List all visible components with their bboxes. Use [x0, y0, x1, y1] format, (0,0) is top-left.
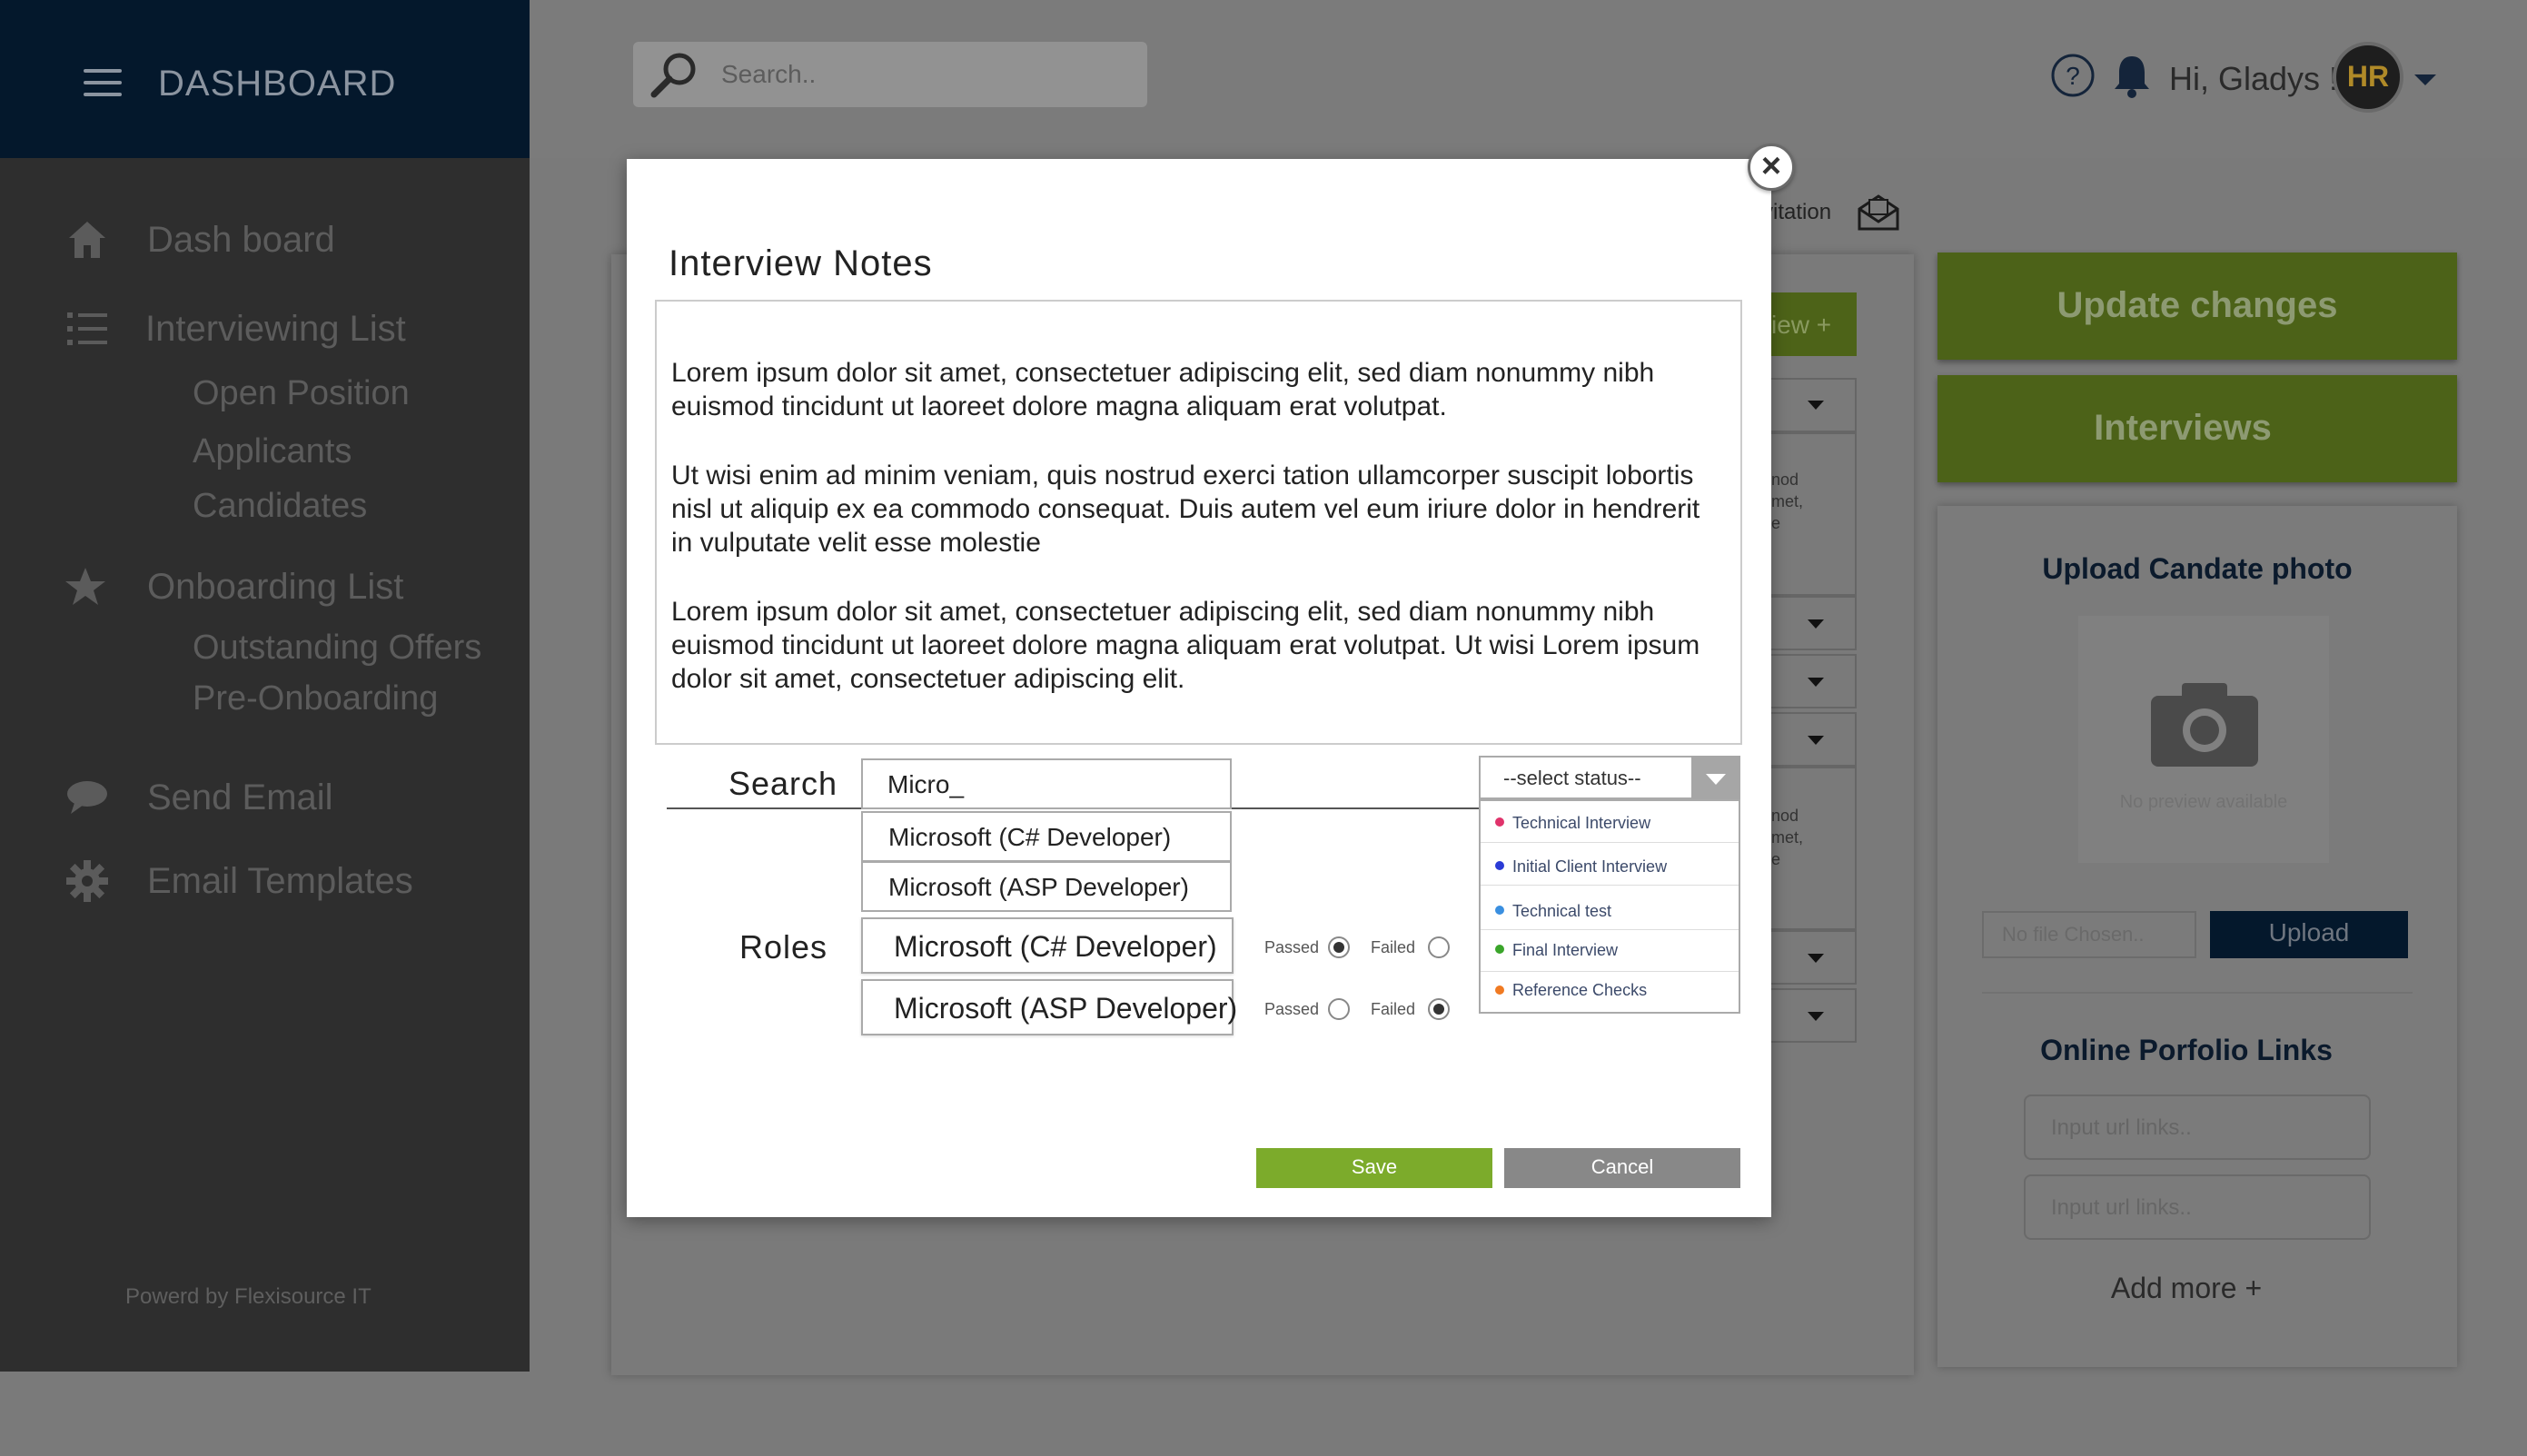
status-option-label: Technical Interview: [1512, 814, 1651, 832]
search-icon: [650, 53, 696, 98]
bell-icon[interactable]: [2112, 53, 2152, 98]
update-changes-button[interactable]: Update changes: [1937, 253, 2457, 360]
passed-radio[interactable]: [1328, 936, 1350, 958]
dashboard-title: DASHBOARD: [158, 64, 397, 104]
file-chooser-label: No file Chosen..: [2002, 923, 2145, 946]
sidebar-subitem-outstanding-offers[interactable]: Outstanding Offers: [193, 629, 481, 668]
chevron-down-icon[interactable]: [2413, 73, 2438, 87]
chevron-down-icon: [1808, 678, 1824, 687]
add-more-link[interactable]: Add more +: [1937, 1272, 2435, 1305]
status-option-label: Final Interview: [1512, 941, 1619, 959]
status-select-label: --select status--: [1503, 767, 1641, 789]
notes-paragraph: Lorem ipsum dolor sit amet, consectetuer…: [671, 597, 1700, 694]
passed-label: Passed: [1264, 1000, 1320, 1018]
bg-text-fragment: nod met, e: [1771, 807, 1804, 868]
url-placeholder: Input url links..: [2051, 1195, 2192, 1220]
search-placeholder: Search..: [721, 60, 817, 88]
notes-paragraph: Ut wisi enim ad minim veniam, quis nostr…: [671, 461, 1700, 558]
chevron-down-icon: [1706, 774, 1726, 785]
chevron-down-icon: [1808, 1012, 1824, 1021]
sidebar-subitem-pre-onboarding[interactable]: Pre-Onboarding: [193, 679, 438, 718]
upload-photo-title: Upload Candate photo: [2042, 552, 2353, 585]
chevron-down-icon: [1808, 401, 1824, 410]
gear-icon: [66, 860, 108, 902]
role-search-label: Search: [728, 765, 838, 802]
role-search-value: Micro_: [887, 770, 965, 798]
greeting-text: Hi, Gladys !: [2169, 60, 2339, 97]
status-dot: [1495, 817, 1504, 827]
save-button-label: Save: [1351, 1155, 1398, 1178]
invitation-label: vitation: [1762, 200, 1832, 224]
roles-label: Roles: [739, 928, 828, 966]
failed-radio[interactable]: [1428, 998, 1450, 1020]
chevron-down-icon: [1808, 736, 1824, 745]
portfolio-title: Online Porfolio Links: [2040, 1034, 2333, 1066]
sidebar-item-send-email[interactable]: Send Email: [147, 778, 333, 818]
status-option-label: Technical test: [1512, 902, 1612, 920]
url-placeholder: Input url links..: [2051, 1115, 2192, 1140]
sidebar-item-interviewing-list[interactable]: Interviewing List: [145, 309, 406, 350]
powered-by-text: Powerd by Flexisource IT: [125, 1284, 372, 1309]
add-interview-label: iew +: [1771, 311, 1832, 339]
upload-button-label: Upload: [2268, 918, 2350, 946]
svg-text:?: ?: [2066, 62, 2080, 90]
modal-title: Interview Notes: [669, 243, 933, 283]
help-icon[interactable]: ?: [2050, 53, 2096, 98]
hamburger-menu-icon[interactable]: [84, 69, 122, 96]
suggestion-label: Microsoft (ASP Developer): [888, 873, 1189, 901]
cancel-button-label: Cancel: [1591, 1155, 1654, 1178]
role-label: Microsoft (ASP Developer): [894, 992, 1238, 1025]
interviews-label: Interviews: [2094, 408, 2272, 448]
passed-label: Passed: [1264, 938, 1320, 956]
close-icon[interactable]: ×: [1748, 144, 1795, 191]
interviews-button[interactable]: Interviews: [1937, 375, 2457, 482]
chat-bubble-icon: [67, 781, 107, 814]
avatar[interactable]: HR: [2333, 42, 2403, 113]
status-dot: [1495, 986, 1504, 995]
status-dot: [1495, 906, 1504, 915]
failed-radio[interactable]: [1428, 936, 1450, 958]
sidebar-subitem-applicants[interactable]: Applicants: [193, 432, 352, 471]
passed-radio[interactable]: [1328, 998, 1350, 1020]
camera-icon: [2151, 683, 2258, 767]
chevron-down-icon: [1808, 954, 1824, 963]
bottom-strip: [0, 1372, 530, 1456]
sidebar-item-dashboard[interactable]: Dash board: [147, 220, 335, 261]
list-icon: [67, 312, 107, 345]
status-dot: [1495, 945, 1504, 954]
envelope-icon[interactable]: [1857, 193, 1900, 233]
status-option-label: Reference Checks: [1512, 981, 1648, 999]
divider: [1982, 992, 2413, 994]
search-input[interactable]: [633, 42, 1147, 107]
sidebar-item-email-templates[interactable]: Email Templates: [147, 861, 413, 902]
no-preview-text: No preview available: [2119, 792, 2288, 812]
status-option-label: Initial Client Interview: [1512, 857, 1668, 876]
sidebar-item-onboarding-list[interactable]: Onboarding List: [147, 567, 403, 608]
failed-label: Failed: [1371, 938, 1416, 956]
suggestion-label: Microsoft (C# Developer): [888, 823, 1172, 851]
notes-paragraph: Lorem ipsum dolor sit amet, consectetuer…: [671, 358, 1655, 421]
sidebar-subitem-open-position[interactable]: Open Position: [193, 374, 410, 413]
home-icon: [69, 222, 105, 258]
avatar-text: HR: [2346, 60, 2390, 93]
update-changes-label: Update changes: [2056, 285, 2338, 325]
chevron-down-icon: [1808, 619, 1824, 629]
bg-text-fragment: nod met, e: [1771, 470, 1804, 532]
status-dot: [1495, 861, 1504, 870]
failed-label: Failed: [1371, 1000, 1416, 1018]
star-icon: [65, 568, 105, 605]
sidebar-subitem-candidates[interactable]: Candidates: [193, 487, 367, 526]
role-label: Microsoft (C# Developer): [894, 930, 1217, 963]
